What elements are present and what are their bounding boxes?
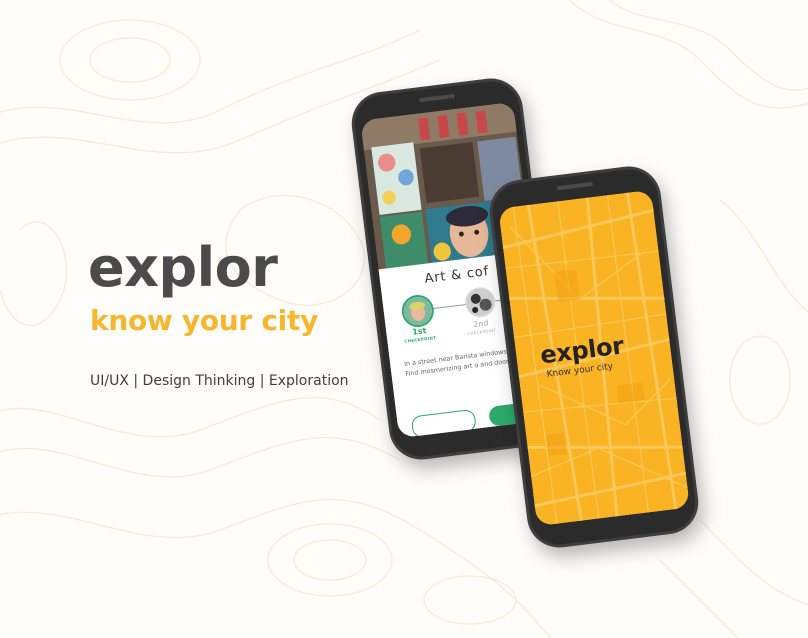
- brand-title: explor: [88, 236, 278, 299]
- project-subtitle: UI/UX | Design Thinking | Exploration: [90, 373, 349, 389]
- checkpoint-2-thumbnail[interactable]: [463, 285, 497, 320]
- checkpoint-1-thumbnail[interactable]: [399, 293, 436, 329]
- brand-tagline: know your city: [90, 304, 319, 337]
